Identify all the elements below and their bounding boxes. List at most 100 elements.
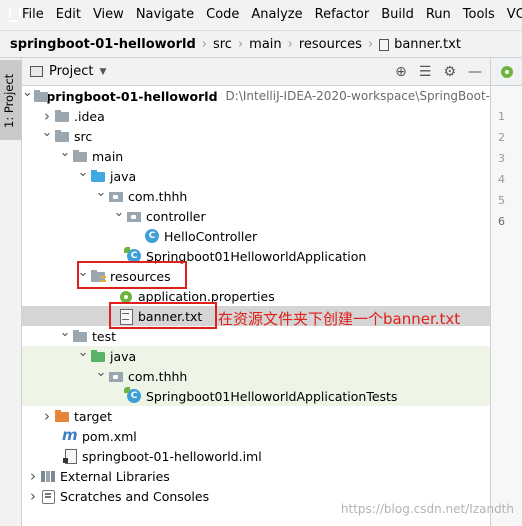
tree-row-test-class[interactable]: Springboot01HelloworldApplicationTests — [22, 386, 490, 406]
tree-row-src[interactable]: src — [22, 126, 490, 146]
breadcrumb-src[interactable]: src — [213, 37, 232, 52]
excluded-folder-icon — [54, 409, 70, 423]
line-number: 2 — [498, 131, 505, 144]
tree-label-hello-controller: HelloController — [164, 228, 258, 244]
chevron-down-icon[interactable] — [76, 169, 90, 184]
menu-view[interactable]: View — [87, 0, 130, 30]
chevron-down-icon[interactable] — [94, 189, 108, 204]
chevron-down-icon[interactable] — [58, 149, 72, 164]
resources-folder-icon — [90, 269, 106, 283]
tree-row-package-main[interactable]: com.thhh — [22, 186, 490, 206]
breadcrumb-resources[interactable]: resources — [299, 37, 362, 52]
line-number: 1 — [498, 110, 505, 123]
chevron-right-icon[interactable] — [26, 487, 40, 505]
chevron-down-icon[interactable] — [76, 269, 90, 284]
hide-icon[interactable]: — — [468, 64, 482, 80]
test-folder-icon — [90, 349, 106, 363]
tree-label-iml: springboot-01-helloworld.iml — [82, 448, 262, 464]
line-number: 5 — [498, 194, 505, 207]
chevron-down-icon[interactable] — [40, 129, 54, 144]
tree-label-external-libraries: External Libraries — [60, 468, 170, 484]
annotation-note: 在资源文件夹下创建一个banner.txt — [218, 310, 461, 328]
chevron-right-icon[interactable] — [26, 467, 40, 485]
tree-row-project-root[interactable]: springboot-01-helloworld D:\IntelliJ-IDE… — [22, 86, 490, 106]
tree-label-test: test — [92, 328, 117, 344]
menu-navigate[interactable]: Navigate — [130, 0, 200, 30]
tree-row-iml[interactable]: springboot-01-helloworld.iml — [22, 446, 490, 466]
tree-label-java-main: java — [110, 168, 137, 184]
project-tool-tab-label: 1: Project — [2, 73, 16, 129]
libraries-icon — [40, 469, 56, 483]
text-file-icon — [118, 309, 134, 325]
tree-row-idea[interactable]: .idea — [22, 106, 490, 126]
spring-properties-icon — [118, 289, 134, 303]
tree-label-idea: .idea — [74, 108, 105, 124]
line-number: 4 — [498, 173, 505, 186]
locate-icon[interactable]: ⊕ — [395, 64, 407, 80]
module-file-icon — [62, 449, 78, 464]
chevron-right-icon: › — [201, 36, 207, 52]
menu-tools[interactable]: Tools — [457, 0, 501, 30]
editor-tab[interactable] — [491, 58, 522, 86]
watermark: https://blog.csdn.net/Izandth — [340, 502, 514, 516]
tree-row-java-main[interactable]: java — [22, 166, 490, 186]
menu-file[interactable]: File — [16, 0, 50, 30]
collapse-all-icon[interactable]: ☰ — [419, 64, 432, 80]
menu-bar: File Edit View Navigate Code Analyze Ref… — [0, 0, 522, 30]
project-panel-header: Project ▼ ⊕ ☰ ⚙ — — [22, 58, 490, 86]
tree-row-hello-controller[interactable]: HelloController — [22, 226, 490, 246]
breadcrumb-main[interactable]: main — [249, 37, 281, 52]
project-tree: springboot-01-helloworld D:\IntelliJ-IDE… — [22, 86, 490, 526]
package-icon — [126, 209, 142, 223]
tree-row-main[interactable]: main — [22, 146, 490, 166]
tree-row-controller[interactable]: controller — [22, 206, 490, 226]
tree-label-main: main — [92, 148, 124, 164]
tree-row-resources[interactable]: resources — [22, 266, 490, 286]
chevron-right-icon: › — [287, 36, 293, 52]
scratches-icon — [40, 489, 56, 504]
chevron-down-icon[interactable] — [76, 349, 90, 364]
project-tool-tab[interactable]: 1: Project — [0, 60, 21, 140]
chevron-right-icon[interactable] — [40, 107, 54, 125]
tree-label-app-class: Springboot01HelloworldApplication — [146, 248, 367, 264]
tree-row-package-test[interactable]: com.thhh — [22, 366, 490, 386]
folder-icon — [54, 129, 70, 143]
chevron-down-icon[interactable]: ▼ — [99, 67, 106, 77]
tree-row-external-libraries[interactable]: External Libraries — [22, 466, 490, 486]
menu-code[interactable]: Code — [200, 0, 245, 30]
tree-label-test-class: Springboot01HelloworldApplicationTests — [146, 388, 398, 404]
tree-row-app-class[interactable]: Springboot01HelloworldApplication — [22, 246, 490, 266]
tree-row-pom[interactable]: pom.xml — [22, 426, 490, 446]
chevron-down-icon[interactable] — [112, 209, 126, 224]
menu-edit[interactable]: Edit — [50, 0, 87, 30]
project-view-icon — [30, 66, 43, 77]
line-number: 3 — [498, 152, 505, 165]
java-class-icon — [144, 229, 160, 243]
menu-run[interactable]: Run — [420, 0, 457, 30]
menu-analyze[interactable]: Analyze — [245, 0, 308, 30]
left-tool-stripe: 1: Project — [0, 58, 22, 526]
module-folder-icon — [33, 89, 48, 103]
tree-row-target[interactable]: target — [22, 406, 490, 426]
menu-build[interactable]: Build — [375, 0, 420, 30]
spring-boot-class-icon — [124, 247, 142, 263]
tree-label-pom: pom.xml — [82, 428, 137, 444]
chevron-down-icon[interactable] — [94, 369, 108, 384]
tree-row-app-properties[interactable]: application.properties — [22, 286, 490, 306]
menu-vcs[interactable]: VCS — [501, 0, 522, 30]
chevron-right-icon[interactable] — [40, 407, 54, 425]
menu-refactor[interactable]: Refactor — [309, 0, 376, 30]
editor-area: 1 2 3 4 5 6 — [490, 58, 522, 526]
tree-row-test[interactable]: test — [22, 326, 490, 346]
chevron-down-icon[interactable] — [22, 89, 33, 104]
tree-row-java-test[interactable]: java — [22, 346, 490, 366]
breadcrumb-banner[interactable]: banner.txt — [394, 37, 461, 52]
chevron-right-icon: › — [367, 36, 374, 52]
project-view-selector[interactable]: Project — [49, 64, 93, 79]
breadcrumb-project[interactable]: springboot-01-helloworld — [10, 37, 196, 52]
chevron-down-icon[interactable] — [58, 329, 72, 344]
gear-icon[interactable]: ⚙ — [443, 64, 456, 80]
tree-label-package-test: com.thhh — [128, 368, 188, 384]
line-number: 6 — [498, 215, 505, 228]
panel-toolbar: ⊕ ☰ ⚙ — — [395, 58, 482, 86]
